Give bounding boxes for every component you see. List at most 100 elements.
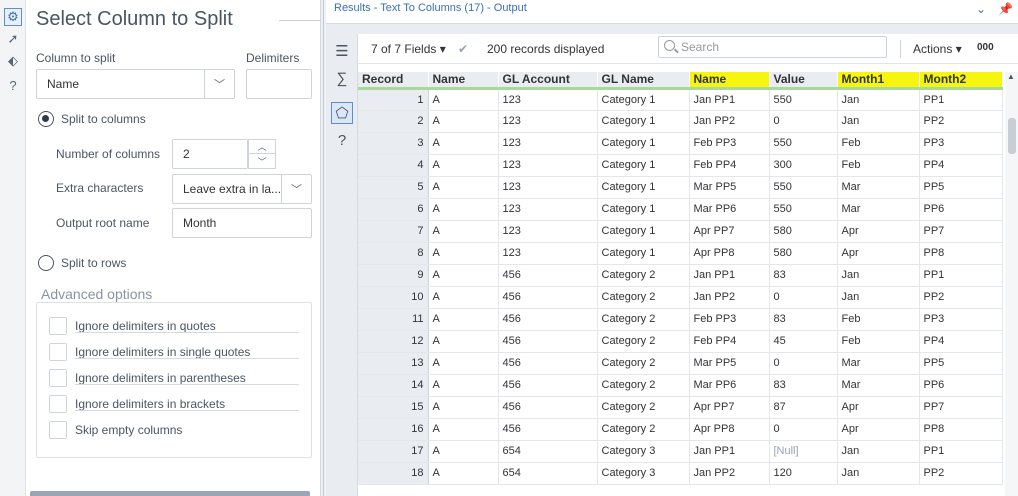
table-cell[interactable]: Category 2 (597, 396, 690, 419)
table-cell[interactable]: 83 (769, 308, 838, 331)
table-cell[interactable]: PP8 (919, 418, 1003, 441)
table-cell[interactable]: Jan PP2 (689, 286, 770, 309)
table-cell[interactable]: PP2 (919, 462, 1003, 485)
record-number[interactable]: 9 (358, 264, 429, 287)
table-cell[interactable]: 45 (769, 330, 838, 353)
table-cell[interactable]: Category 2 (597, 374, 690, 397)
table-cell[interactable]: A (428, 308, 499, 331)
table-cell[interactable]: Jan (837, 440, 920, 463)
table-cell[interactable]: 550 (769, 132, 838, 155)
table-cell[interactable]: Category 2 (597, 264, 690, 287)
fields-selector[interactable]: 7 of 7 Fields ▾ (371, 42, 446, 56)
tag-icon[interactable]: ⬖ (4, 52, 22, 70)
split-to-rows-radio[interactable] (38, 255, 54, 271)
table-cell[interactable]: PP6 (919, 198, 1003, 221)
table-cell[interactable]: Apr PP7 (689, 220, 770, 243)
table-cell[interactable]: PP3 (919, 132, 1003, 155)
table-cell[interactable]: Mar PP6 (689, 374, 770, 397)
table-cell[interactable]: 123 (498, 110, 598, 133)
ignore-brackets-checkbox[interactable] (49, 395, 67, 413)
table-row[interactable]: 12 A 456 Category 2 Feb PP4 45 Feb PP4 (358, 330, 1003, 353)
record-number[interactable]: 5 (358, 176, 429, 199)
help-icon[interactable]: ? (331, 129, 353, 151)
table-cell[interactable]: A (428, 330, 499, 353)
record-number[interactable]: 10 (358, 286, 429, 309)
table-cell[interactable]: Mar PP5 (689, 352, 770, 375)
table-row[interactable]: 3 A 123 Category 1 Feb PP3 550 Feb PP3 (358, 132, 1003, 155)
column-header-5[interactable]: Value (769, 72, 838, 90)
table-cell[interactable]: Apr (837, 220, 920, 243)
record-number[interactable]: 16 (358, 418, 429, 441)
split-to-columns-radio[interactable] (38, 111, 54, 127)
table-cell[interactable]: 123 (498, 220, 598, 243)
table-row[interactable]: 6 A 123 Category 1 Mar PP6 550 Mar PP6 (358, 198, 1003, 221)
table-cell[interactable]: 87 (769, 396, 838, 419)
table-cell[interactable]: Apr PP8 (689, 418, 770, 441)
pin-icon[interactable]: 📌 (998, 2, 1013, 16)
chevron-up-icon[interactable]: ︿ (249, 140, 275, 154)
table-cell[interactable]: PP2 (919, 286, 1003, 309)
chevron-down-icon[interactable]: ﹀ (281, 175, 311, 203)
number-of-columns-input[interactable]: 2 (172, 139, 248, 169)
scrollbar-thumb[interactable] (1008, 118, 1016, 154)
table-cell[interactable]: A (428, 220, 499, 243)
table-row[interactable]: 8 A 123 Category 1 Apr PP8 580 Apr PP8 (358, 242, 1003, 265)
table-cell[interactable]: 580 (769, 220, 838, 243)
table-cell[interactable]: A (428, 132, 499, 155)
table-cell[interactable]: 550 (769, 198, 838, 221)
table-cell[interactable]: A (428, 88, 499, 111)
table-cell[interactable]: PP6 (919, 374, 1003, 397)
chevron-down-icon[interactable]: ⌄ (976, 2, 986, 16)
compass-icon[interactable]: ➚ (4, 30, 22, 48)
table-cell[interactable]: Feb (837, 154, 920, 177)
table-cell[interactable]: 654 (498, 440, 598, 463)
table-row[interactable]: 17 A 654 Category 3 Jan PP1 [Null] Jan PP1 (358, 440, 1003, 463)
table-cell[interactable]: PP5 (919, 176, 1003, 199)
table-cell[interactable]: 83 (769, 264, 838, 287)
column-header-0[interactable]: Record (358, 72, 429, 90)
table-cell[interactable]: Category 2 (597, 330, 690, 353)
table-cell[interactable]: Category 3 (597, 462, 690, 485)
table-cell[interactable]: 123 (498, 176, 598, 199)
table-row[interactable]: 7 A 123 Category 1 Apr PP7 580 Apr PP7 (358, 220, 1003, 243)
table-row[interactable]: 16 A 456 Category 2 Apr PP8 0 Apr PP8 (358, 418, 1003, 441)
table-cell[interactable]: Jan (837, 88, 920, 111)
table-cell[interactable]: 456 (498, 286, 598, 309)
table-cell[interactable]: Category 2 (597, 286, 690, 309)
table-cell[interactable]: 456 (498, 374, 598, 397)
search-input[interactable]: Search (658, 36, 887, 58)
table-cell[interactable]: PP7 (919, 220, 1003, 243)
chevron-down-icon[interactable]: ﹀ (204, 70, 234, 98)
table-cell[interactable]: 0 (769, 352, 838, 375)
table-cell[interactable]: Feb (837, 132, 920, 155)
table-cell[interactable]: Category 2 (597, 308, 690, 331)
run-button-edge[interactable] (30, 491, 310, 496)
table-cell[interactable]: A (428, 176, 499, 199)
table-cell[interactable]: Category 1 (597, 132, 690, 155)
table-row[interactable]: 9 A 456 Category 2 Jan PP1 83 Jan PP1 (358, 264, 1003, 287)
table-cell[interactable]: 0 (769, 110, 838, 133)
table-cell[interactable]: PP5 (919, 352, 1003, 375)
table-cell[interactable]: 83 (769, 374, 838, 397)
table-row[interactable]: 13 A 456 Category 2 Mar PP5 0 Mar PP5 (358, 352, 1003, 375)
record-number[interactable]: 2 (358, 110, 429, 133)
table-cell[interactable]: Mar PP5 (689, 176, 770, 199)
table-cell[interactable]: Feb PP3 (689, 308, 770, 331)
table-cell[interactable]: Category 1 (597, 110, 690, 133)
table-cell[interactable]: Apr PP8 (689, 242, 770, 265)
record-number[interactable]: 4 (358, 154, 429, 177)
table-cell[interactable]: 123 (498, 132, 598, 155)
table-cell[interactable]: Category 1 (597, 176, 690, 199)
record-number[interactable]: 18 (358, 462, 429, 485)
column-header-3[interactable]: GL Name (597, 72, 690, 90)
table-cell[interactable]: A (428, 110, 499, 133)
ignore-single-quotes-checkbox[interactable] (49, 343, 67, 361)
table-cell[interactable]: 456 (498, 352, 598, 375)
ignore-quotes-checkbox[interactable] (49, 317, 67, 335)
table-cell[interactable]: 123 (498, 242, 598, 265)
table-cell[interactable]: Apr PP7 (689, 396, 770, 419)
table-row[interactable]: 10 A 456 Category 2 Jan PP2 0 Jan PP2 (358, 286, 1003, 309)
table-cell[interactable]: 123 (498, 198, 598, 221)
table-cell[interactable]: 456 (498, 418, 598, 441)
table-cell[interactable]: Jan PP2 (689, 110, 770, 133)
